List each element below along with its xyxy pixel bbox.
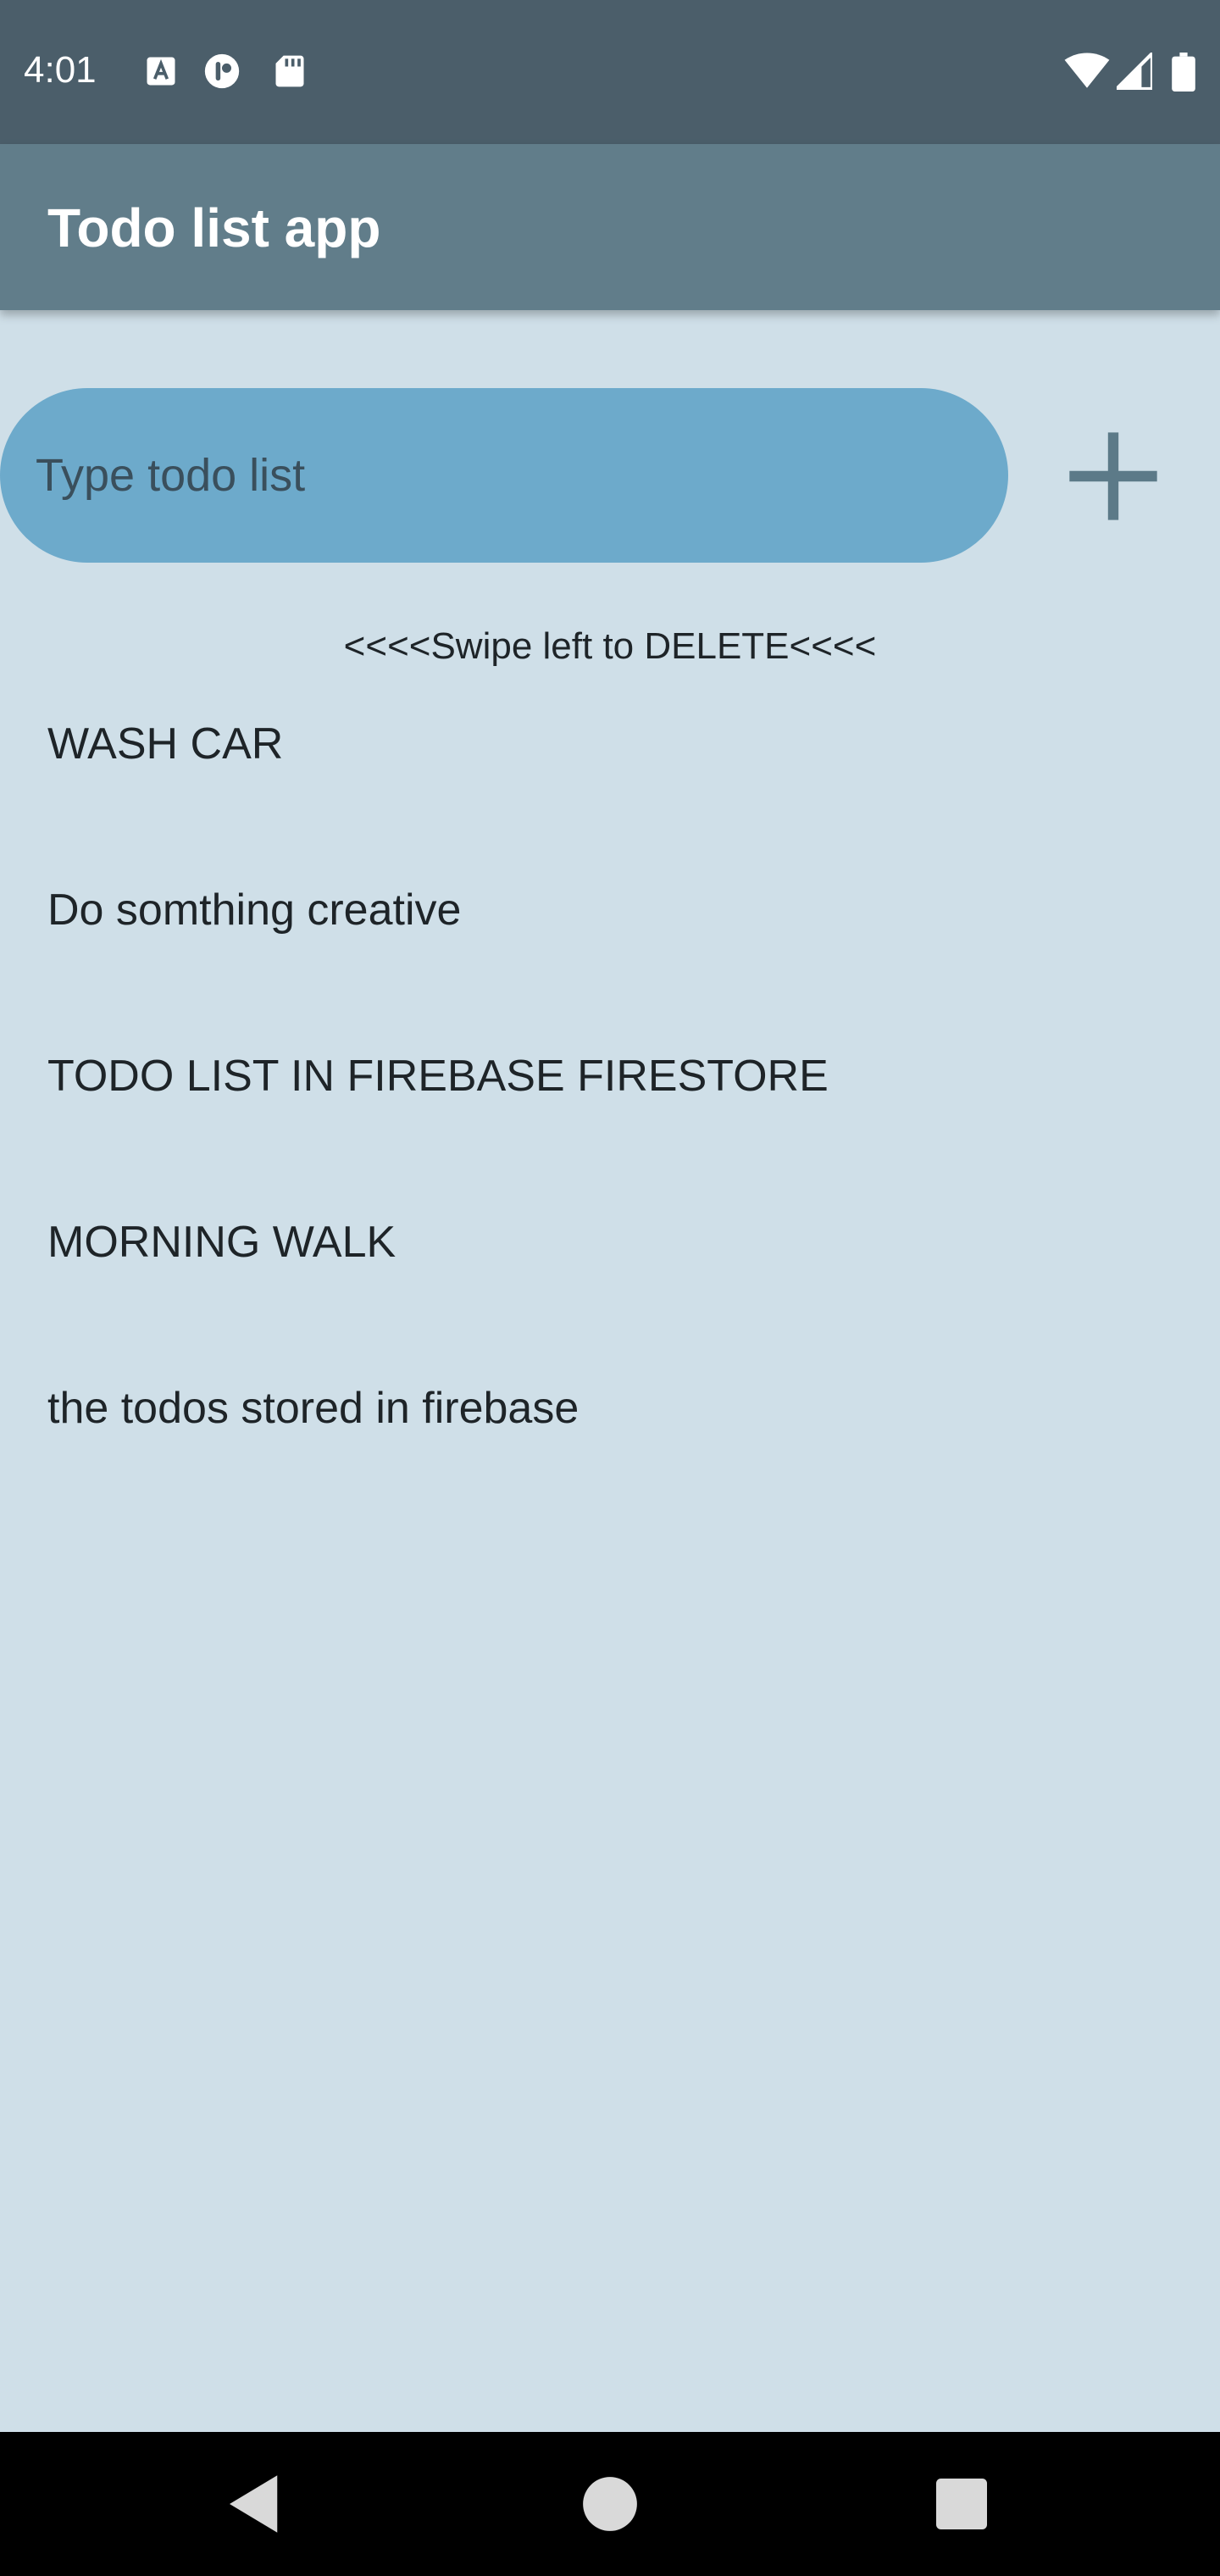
- status-bar: 4:01: [0, 0, 1220, 144]
- battery-icon: [1171, 53, 1196, 92]
- todo-item[interactable]: WASH CAR: [0, 695, 1220, 861]
- font-a-icon: [142, 53, 180, 90]
- todo-item-label: TODO LIST IN FIREBASE FIRESTORE: [47, 1052, 829, 1101]
- todo-item[interactable]: Do somthing creative: [0, 861, 1220, 1027]
- todo-item-label: the todos stored in firebase: [47, 1384, 580, 1433]
- wifi-icon: [1064, 53, 1110, 90]
- cellular-icon: [1117, 53, 1152, 90]
- recents-button[interactable]: [923, 2466, 1000, 2542]
- sd-card-icon: [271, 53, 308, 90]
- recents-icon: [936, 2479, 987, 2529]
- todo-input[interactable]: [0, 388, 1008, 563]
- plus-icon: [1069, 432, 1157, 520]
- todo-list: WASH CAR Do somthing creative TODO LIST …: [0, 695, 1220, 1525]
- add-button[interactable]: [1061, 424, 1166, 529]
- todo-item[interactable]: the todos stored in firebase: [0, 1359, 1220, 1525]
- home-icon: [583, 2477, 637, 2531]
- nav-bar: [0, 2432, 1220, 2576]
- todo-item[interactable]: TODO LIST IN FIREBASE FIRESTORE: [0, 1027, 1220, 1193]
- face-icon: [203, 53, 241, 90]
- todo-item[interactable]: MORNING WALK: [0, 1193, 1220, 1359]
- status-time: 4:01: [24, 49, 97, 91]
- home-button[interactable]: [572, 2466, 648, 2542]
- swipe-hint: <<<<Swipe left to DELETE<<<<: [343, 625, 877, 667]
- todo-item-label: Do somthing creative: [47, 886, 462, 935]
- back-button[interactable]: [217, 2466, 293, 2542]
- app-bar: Todo list app: [0, 144, 1220, 310]
- back-icon: [230, 2475, 278, 2533]
- todo-item-label: WASH CAR: [47, 719, 284, 769]
- app-title: Todo list app: [47, 197, 381, 258]
- todo-item-label: MORNING WALK: [47, 1218, 396, 1267]
